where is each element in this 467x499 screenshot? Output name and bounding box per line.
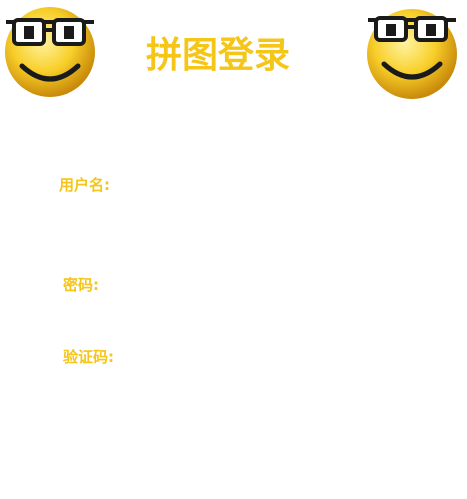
page-title: 拼图登录 [146, 35, 291, 76]
username-input[interactable] [128, 173, 372, 199]
smiley-glasses-icon [364, 2, 460, 100]
username-label: 用户名: [59, 176, 110, 194]
password-input[interactable] [112, 273, 366, 299]
password-label: 密码: [63, 276, 99, 294]
smiley-glasses-icon [2, 2, 98, 100]
captcha-label: 验证码: [63, 348, 114, 366]
captcha-input[interactable] [131, 345, 335, 371]
